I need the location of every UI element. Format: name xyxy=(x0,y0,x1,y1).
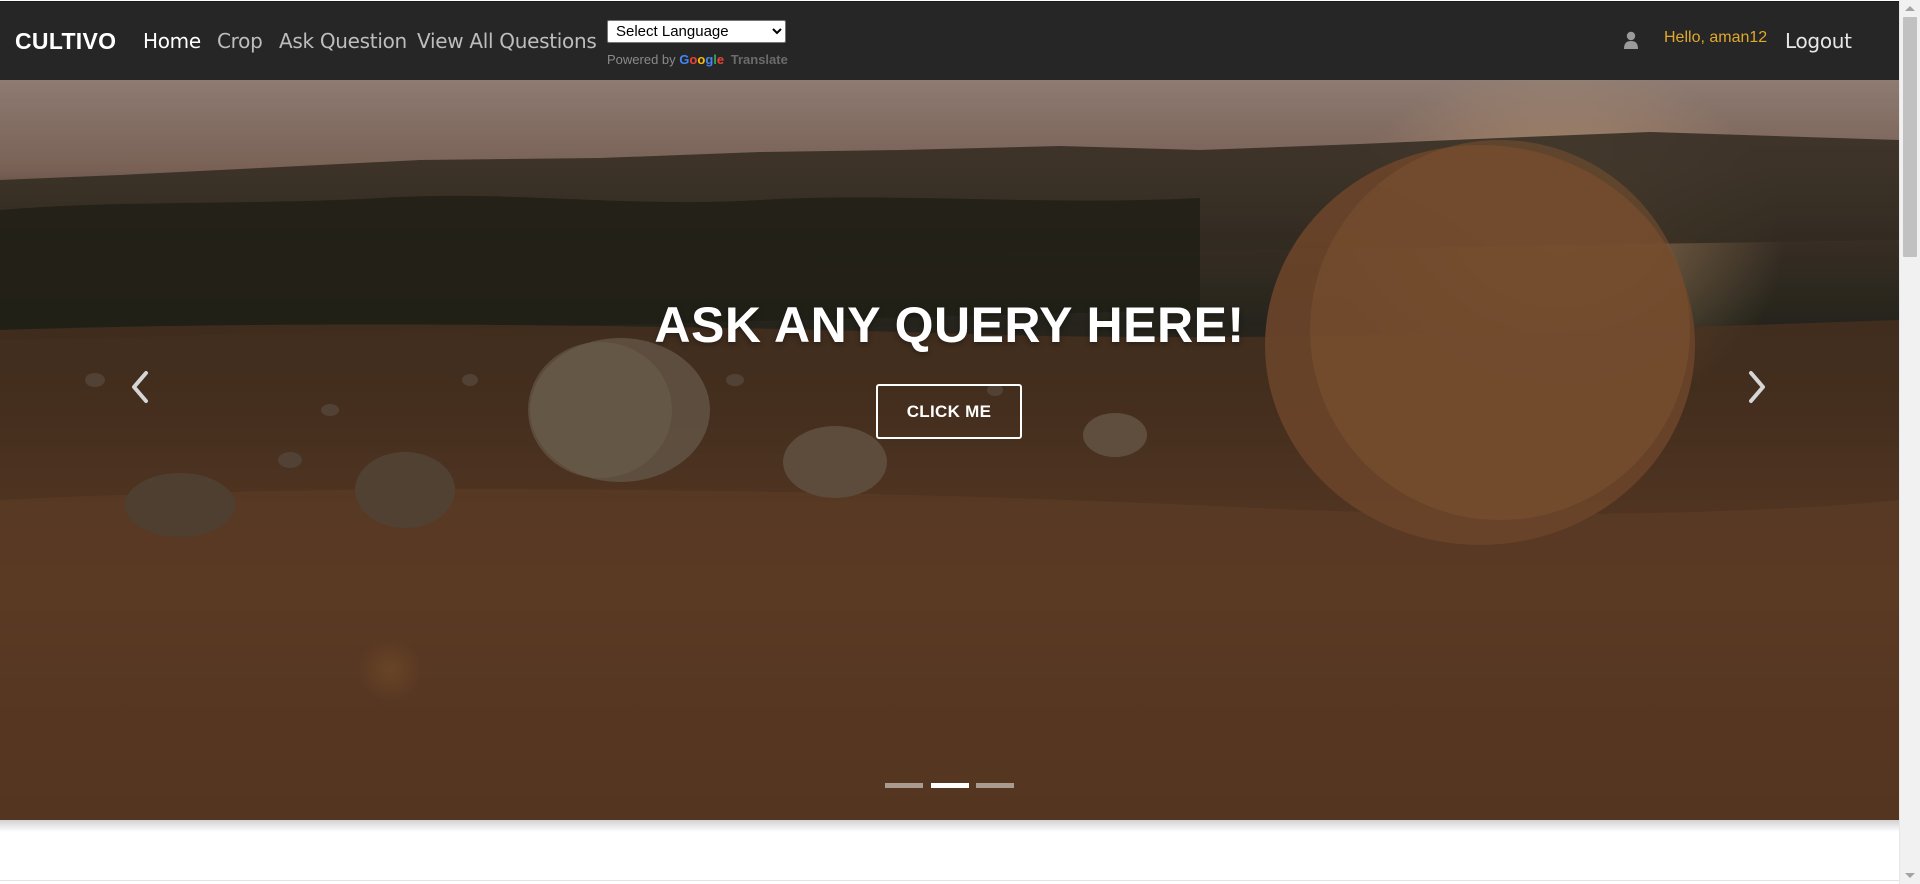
section-divider xyxy=(0,880,1899,881)
nav-link-ask-question[interactable]: Ask Question xyxy=(279,29,407,53)
carousel-indicator-1[interactable] xyxy=(885,783,923,788)
chevron-left-icon xyxy=(132,371,148,403)
language-select[interactable]: Select Language xyxy=(607,20,786,43)
logout-link[interactable]: Logout xyxy=(1785,29,1852,53)
nav-link-view-all-questions[interactable]: View All Questions xyxy=(417,29,597,53)
carousel-indicator-2[interactable] xyxy=(931,783,969,788)
hero-shadow xyxy=(0,820,1899,832)
hero-overlay xyxy=(0,80,1899,820)
carousel-indicator-3[interactable] xyxy=(976,783,1014,788)
powered-by-label: Powered by xyxy=(607,52,676,67)
chevron-right-icon xyxy=(1749,371,1765,403)
carousel-next-button[interactable] xyxy=(1735,363,1775,411)
scrollbar-thumb[interactable] xyxy=(1903,17,1917,257)
click-me-button[interactable]: CLICK ME xyxy=(876,384,1022,439)
user-greeting: Hello, aman12 xyxy=(1664,29,1768,46)
translate-link[interactable]: Translate xyxy=(731,52,788,67)
scroll-up-arrow-icon[interactable] xyxy=(1905,6,1915,11)
google-logo: Google xyxy=(679,52,725,67)
page: CULTIVO Home Crop Ask Question View All … xyxy=(0,0,1899,884)
powered-by-google-translate: Powered by Google Translate xyxy=(607,52,788,67)
navbar: CULTIVO Home Crop Ask Question View All … xyxy=(0,1,1899,81)
brand-logo[interactable]: CULTIVO xyxy=(15,28,116,55)
scroll-down-arrow-icon[interactable] xyxy=(1905,873,1915,878)
user-icon xyxy=(1624,31,1638,49)
page-scrollbar[interactable] xyxy=(1899,0,1920,884)
hero-carousel: ASK ANY QUERY HERE! CLICK ME xyxy=(0,80,1899,820)
carousel-prev-button[interactable] xyxy=(122,363,162,411)
nav-link-crop[interactable]: Crop xyxy=(217,29,263,53)
nav-link-home[interactable]: Home xyxy=(143,29,201,53)
hero-heading: ASK ANY QUERY HERE! xyxy=(654,297,1245,353)
